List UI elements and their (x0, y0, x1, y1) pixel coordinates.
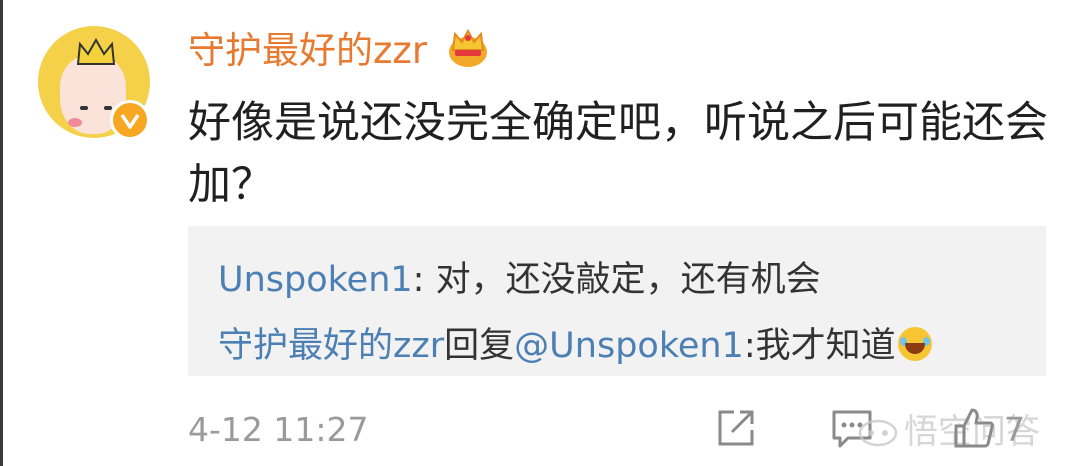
share-icon[interactable] (714, 406, 758, 450)
verified-badge-icon (110, 100, 150, 140)
comment-timestamp: 4-12 11:27 (188, 410, 369, 449)
comment-text: 好像是说还没完全确定吧，听说之后可能还会加？ (188, 98, 1048, 210)
avatar-eye-left (80, 106, 88, 110)
left-edge-border (0, 0, 3, 466)
reply-text: :我才知道 (743, 326, 896, 366)
reply-separator: : (412, 260, 436, 300)
watermark-logo-icon (858, 419, 898, 447)
comment-username[interactable]: 守护最好的zzr (188, 28, 427, 74)
like-count: 7 (1004, 410, 1025, 449)
reply-item[interactable]: 守护最好的zzr回复@Unspoken1:我才知道 (218, 324, 932, 368)
reply-author[interactable]: Unspoken1 (218, 260, 413, 300)
crown-vip-icon (449, 28, 487, 67)
avatar-eye-right (104, 106, 112, 110)
reply-text: 对，还没敲定，还有机会 (435, 260, 821, 300)
reply-item[interactable]: Unspoken1: 对，还没敲定，还有机会 (218, 258, 821, 302)
reply-author[interactable]: 守护最好的zzr (218, 326, 444, 366)
reply-mention[interactable]: @Unspoken1 (514, 326, 744, 366)
avatar-blush-left (68, 118, 82, 127)
reply-verb: 回复 (444, 326, 515, 366)
reply-box[interactable]: Unspoken1: 对，还没敲定，还有机会 守护最好的zzr回复@Unspok… (188, 226, 1046, 376)
laugh-cry-emoji-icon (897, 327, 932, 361)
thumb-up-icon[interactable] (952, 406, 996, 450)
avatar-crown-icon (76, 38, 116, 65)
